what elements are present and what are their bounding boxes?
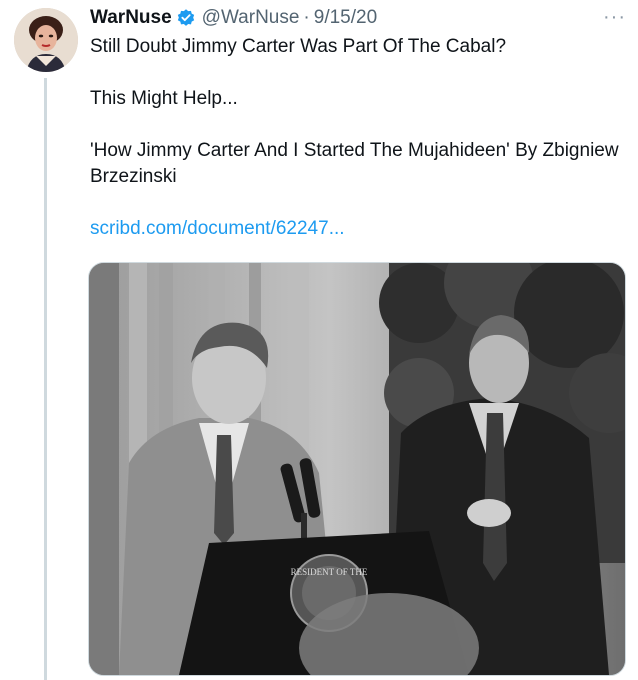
avatar-image bbox=[14, 8, 78, 72]
verified-badge-icon bbox=[177, 9, 194, 26]
display-name[interactable]: WarNuse bbox=[90, 7, 172, 29]
tweet-text-line-2: This Might Help... bbox=[90, 88, 238, 109]
tweet-link[interactable]: scribd.com/document/62247... bbox=[90, 216, 620, 242]
user-handle[interactable]: @WarNuse bbox=[202, 7, 300, 29]
tweet-header: WarNuse @WarNuse · 9/15/20 bbox=[90, 6, 377, 30]
more-options-icon[interactable]: ··· bbox=[603, 6, 626, 29]
profile-avatar[interactable] bbox=[14, 8, 78, 72]
tweet-text-line-3: 'How Jimmy Carter And I Started The Muja… bbox=[90, 140, 619, 187]
tweet-text-line-1: Still Doubt Jimmy Carter Was Part Of The… bbox=[90, 36, 507, 57]
thread-connector-line bbox=[44, 78, 47, 680]
photo-carter-brzezinski: RESIDENT OF THE bbox=[89, 263, 625, 675]
tweet-body: Still Doubt Jimmy Carter Was Part Of The… bbox=[90, 34, 620, 242]
podium-seal-text: RESIDENT OF THE bbox=[291, 567, 368, 577]
tweet-photo[interactable]: RESIDENT OF THE bbox=[88, 262, 626, 676]
tweet-date[interactable]: 9/15/20 bbox=[314, 7, 377, 29]
header-separator: · bbox=[303, 7, 310, 28]
